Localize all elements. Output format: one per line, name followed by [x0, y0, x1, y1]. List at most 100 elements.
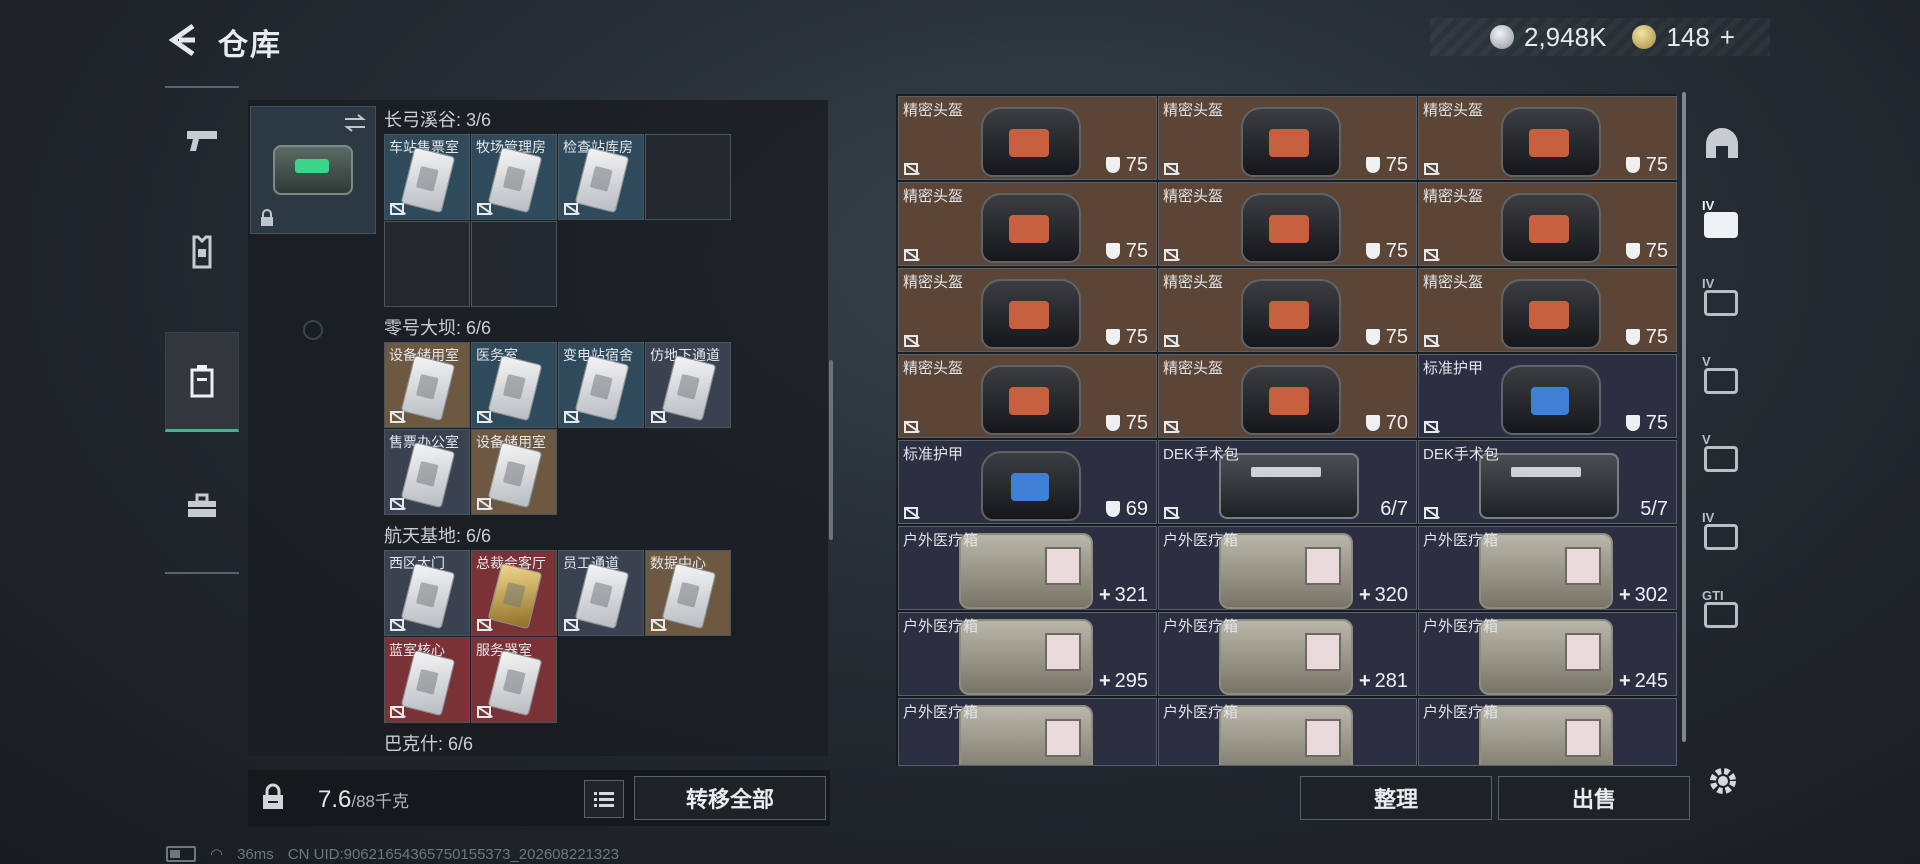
item-value: +302: [1619, 584, 1668, 607]
heal-plus-icon: +: [1098, 584, 1111, 606]
keycard-slot[interactable]: 车站售票室: [384, 134, 470, 220]
nav-armor[interactable]: [165, 202, 239, 302]
nav-toolbox[interactable]: [165, 456, 239, 556]
durability-shield-icon: [1105, 329, 1120, 345]
keycard-slot[interactable]: 服务器室: [471, 637, 557, 723]
page-title: 仓库: [218, 29, 282, 62]
warehouse-item[interactable]: 户外医疗箱: [1418, 698, 1677, 766]
keycard-slot[interactable]: 医务室: [471, 342, 557, 428]
no-insurance-icon: [904, 335, 918, 347]
item-value-text: 75: [1125, 240, 1148, 262]
sell-button[interactable]: 出售: [1498, 776, 1690, 820]
durability-shield-icon: [1105, 157, 1120, 173]
helmet-filter-icon[interactable]: [1700, 122, 1744, 166]
list-view-button[interactable]: [584, 780, 624, 818]
helmet-image: [981, 279, 1081, 349]
tier-tag: IV: [1702, 276, 1715, 291]
item-name: 精密头盔: [1423, 102, 1484, 119]
warehouse-item[interactable]: 标准护甲 75: [1418, 354, 1677, 438]
no-insurance-icon: [390, 203, 404, 215]
status-bar: ◠ 36ms CN UID:9062165436575015537​3_2026…: [166, 845, 619, 863]
warehouse-item[interactable]: 精密头盔 75: [898, 96, 1157, 180]
warehouse-item[interactable]: DEK手术包 5/7: [1418, 440, 1677, 524]
warehouse-item[interactable]: DEK手术包 6/7: [1158, 440, 1417, 524]
item-value: 5/7: [1640, 498, 1668, 521]
iv-medkit-icon[interactable]: IV: [1700, 276, 1744, 322]
swap-icon[interactable]: [343, 113, 367, 133]
medkit-image: [959, 705, 1093, 765]
gear-icon[interactable]: [1706, 764, 1740, 798]
container-scrollbar[interactable]: [829, 360, 833, 540]
keycard-slot[interactable]: 变电站宿舍: [558, 342, 644, 428]
v-keycard-2-icon[interactable]: V: [1700, 432, 1744, 478]
warehouse-item[interactable]: 户外医疗箱 +321: [898, 526, 1157, 610]
nav-weapon[interactable]: [165, 90, 239, 190]
empty-slot[interactable]: [471, 221, 557, 307]
empty-slot[interactable]: [384, 221, 470, 307]
warehouse-item[interactable]: 精密头盔 75: [1418, 182, 1677, 266]
item-value: +281: [1359, 670, 1408, 693]
nav-container[interactable]: [165, 332, 239, 432]
secure-container[interactable]: [250, 106, 376, 234]
warehouse-item[interactable]: 户外医疗箱: [898, 698, 1157, 766]
helmet-image: [1501, 193, 1601, 263]
sort-button[interactable]: 整理: [1300, 776, 1492, 820]
item-value: 75: [1625, 412, 1668, 435]
warehouse-item[interactable]: 精密头盔 75: [1158, 96, 1417, 180]
warehouse-item[interactable]: 精密头盔 75: [1418, 96, 1677, 180]
helmet-image: [981, 365, 1081, 435]
keycard-slot[interactable]: 设备储用室: [384, 342, 470, 428]
keycard-slot[interactable]: 西区大门: [384, 550, 470, 636]
medkit-image: [1479, 705, 1613, 765]
warehouse-item[interactable]: 精密头盔 75: [1158, 268, 1417, 352]
no-insurance-icon: [477, 706, 491, 718]
warehouse-item[interactable]: 精密头盔 75: [1158, 182, 1417, 266]
warehouse-item[interactable]: 户外医疗箱: [1158, 698, 1417, 766]
warehouse-item[interactable]: 户外医疗箱 +295: [898, 612, 1157, 696]
item-value: 75: [1625, 154, 1668, 177]
heal-plus-icon: +: [1358, 584, 1371, 606]
warehouse-item[interactable]: 标准护甲 69: [898, 440, 1157, 524]
warehouse-item[interactable]: 精密头盔 75: [1418, 268, 1677, 352]
keycard-slot[interactable]: 员工通道: [558, 550, 644, 636]
armor-image: [1501, 365, 1601, 435]
no-insurance-icon: [1164, 163, 1178, 175]
add-gold-button[interactable]: +: [1720, 22, 1735, 53]
warehouse-item[interactable]: 精密头盔 75: [898, 268, 1157, 352]
list-icon: [594, 792, 614, 807]
warehouse-scrollbar[interactable]: [1682, 92, 1686, 742]
gold-amount: 148: [1666, 21, 1710, 52]
warehouse-item[interactable]: 精密头盔 75: [898, 182, 1157, 266]
keycard-slot[interactable]: 数据中心: [645, 550, 731, 636]
keycard-slot[interactable]: 蓝室核心: [384, 637, 470, 723]
keycard-slot[interactable]: 牧场管理房: [471, 134, 557, 220]
v-keycard-icon[interactable]: V: [1700, 354, 1744, 400]
uid-text: CN UID:9062165436575015537​3_20260822132…: [287, 845, 619, 863]
battery-icon: [166, 846, 196, 862]
keycard-slot[interactable]: 仿地下通道: [645, 342, 731, 428]
transfer-all-button[interactable]: 转移全部: [634, 776, 826, 820]
back-icon[interactable]: [165, 22, 201, 58]
warehouse-item[interactable]: 户外医疗箱 +302: [1418, 526, 1677, 610]
iv-keycard-icon[interactable]: IV: [1700, 510, 1744, 556]
item-name: DEK手术包: [1163, 446, 1239, 463]
keycard-slot[interactable]: 检查站库房: [558, 134, 644, 220]
keycard-slot[interactable]: 总裁会客厅: [471, 550, 557, 636]
warehouse-item[interactable]: 精密头盔 70: [1158, 354, 1417, 438]
item-value-text: 75: [1125, 326, 1148, 348]
keycard-slot[interactable]: 售票办公室: [384, 429, 470, 515]
warehouse-item[interactable]: 户外医疗箱 +245: [1418, 612, 1677, 696]
gti-keycard-icon[interactable]: GTI: [1700, 588, 1744, 634]
empty-slot[interactable]: [645, 134, 731, 220]
warehouse-item[interactable]: 精密头盔 75: [898, 354, 1157, 438]
helmet-image: [1501, 107, 1601, 177]
item-name: 户外医疗箱: [1163, 532, 1239, 549]
item-value: 75: [1625, 240, 1668, 263]
keycard-slot[interactable]: 设备储用室: [471, 429, 557, 515]
iv-medkit-add-icon[interactable]: IV: [1700, 198, 1744, 244]
item-name: 户外医疗箱: [1423, 618, 1499, 635]
lock-icon: [261, 209, 273, 226]
warehouse-item[interactable]: 户外医疗箱 +281: [1158, 612, 1417, 696]
item-value-text: 69: [1125, 498, 1148, 520]
warehouse-item[interactable]: 户外医疗箱 +320: [1158, 526, 1417, 610]
